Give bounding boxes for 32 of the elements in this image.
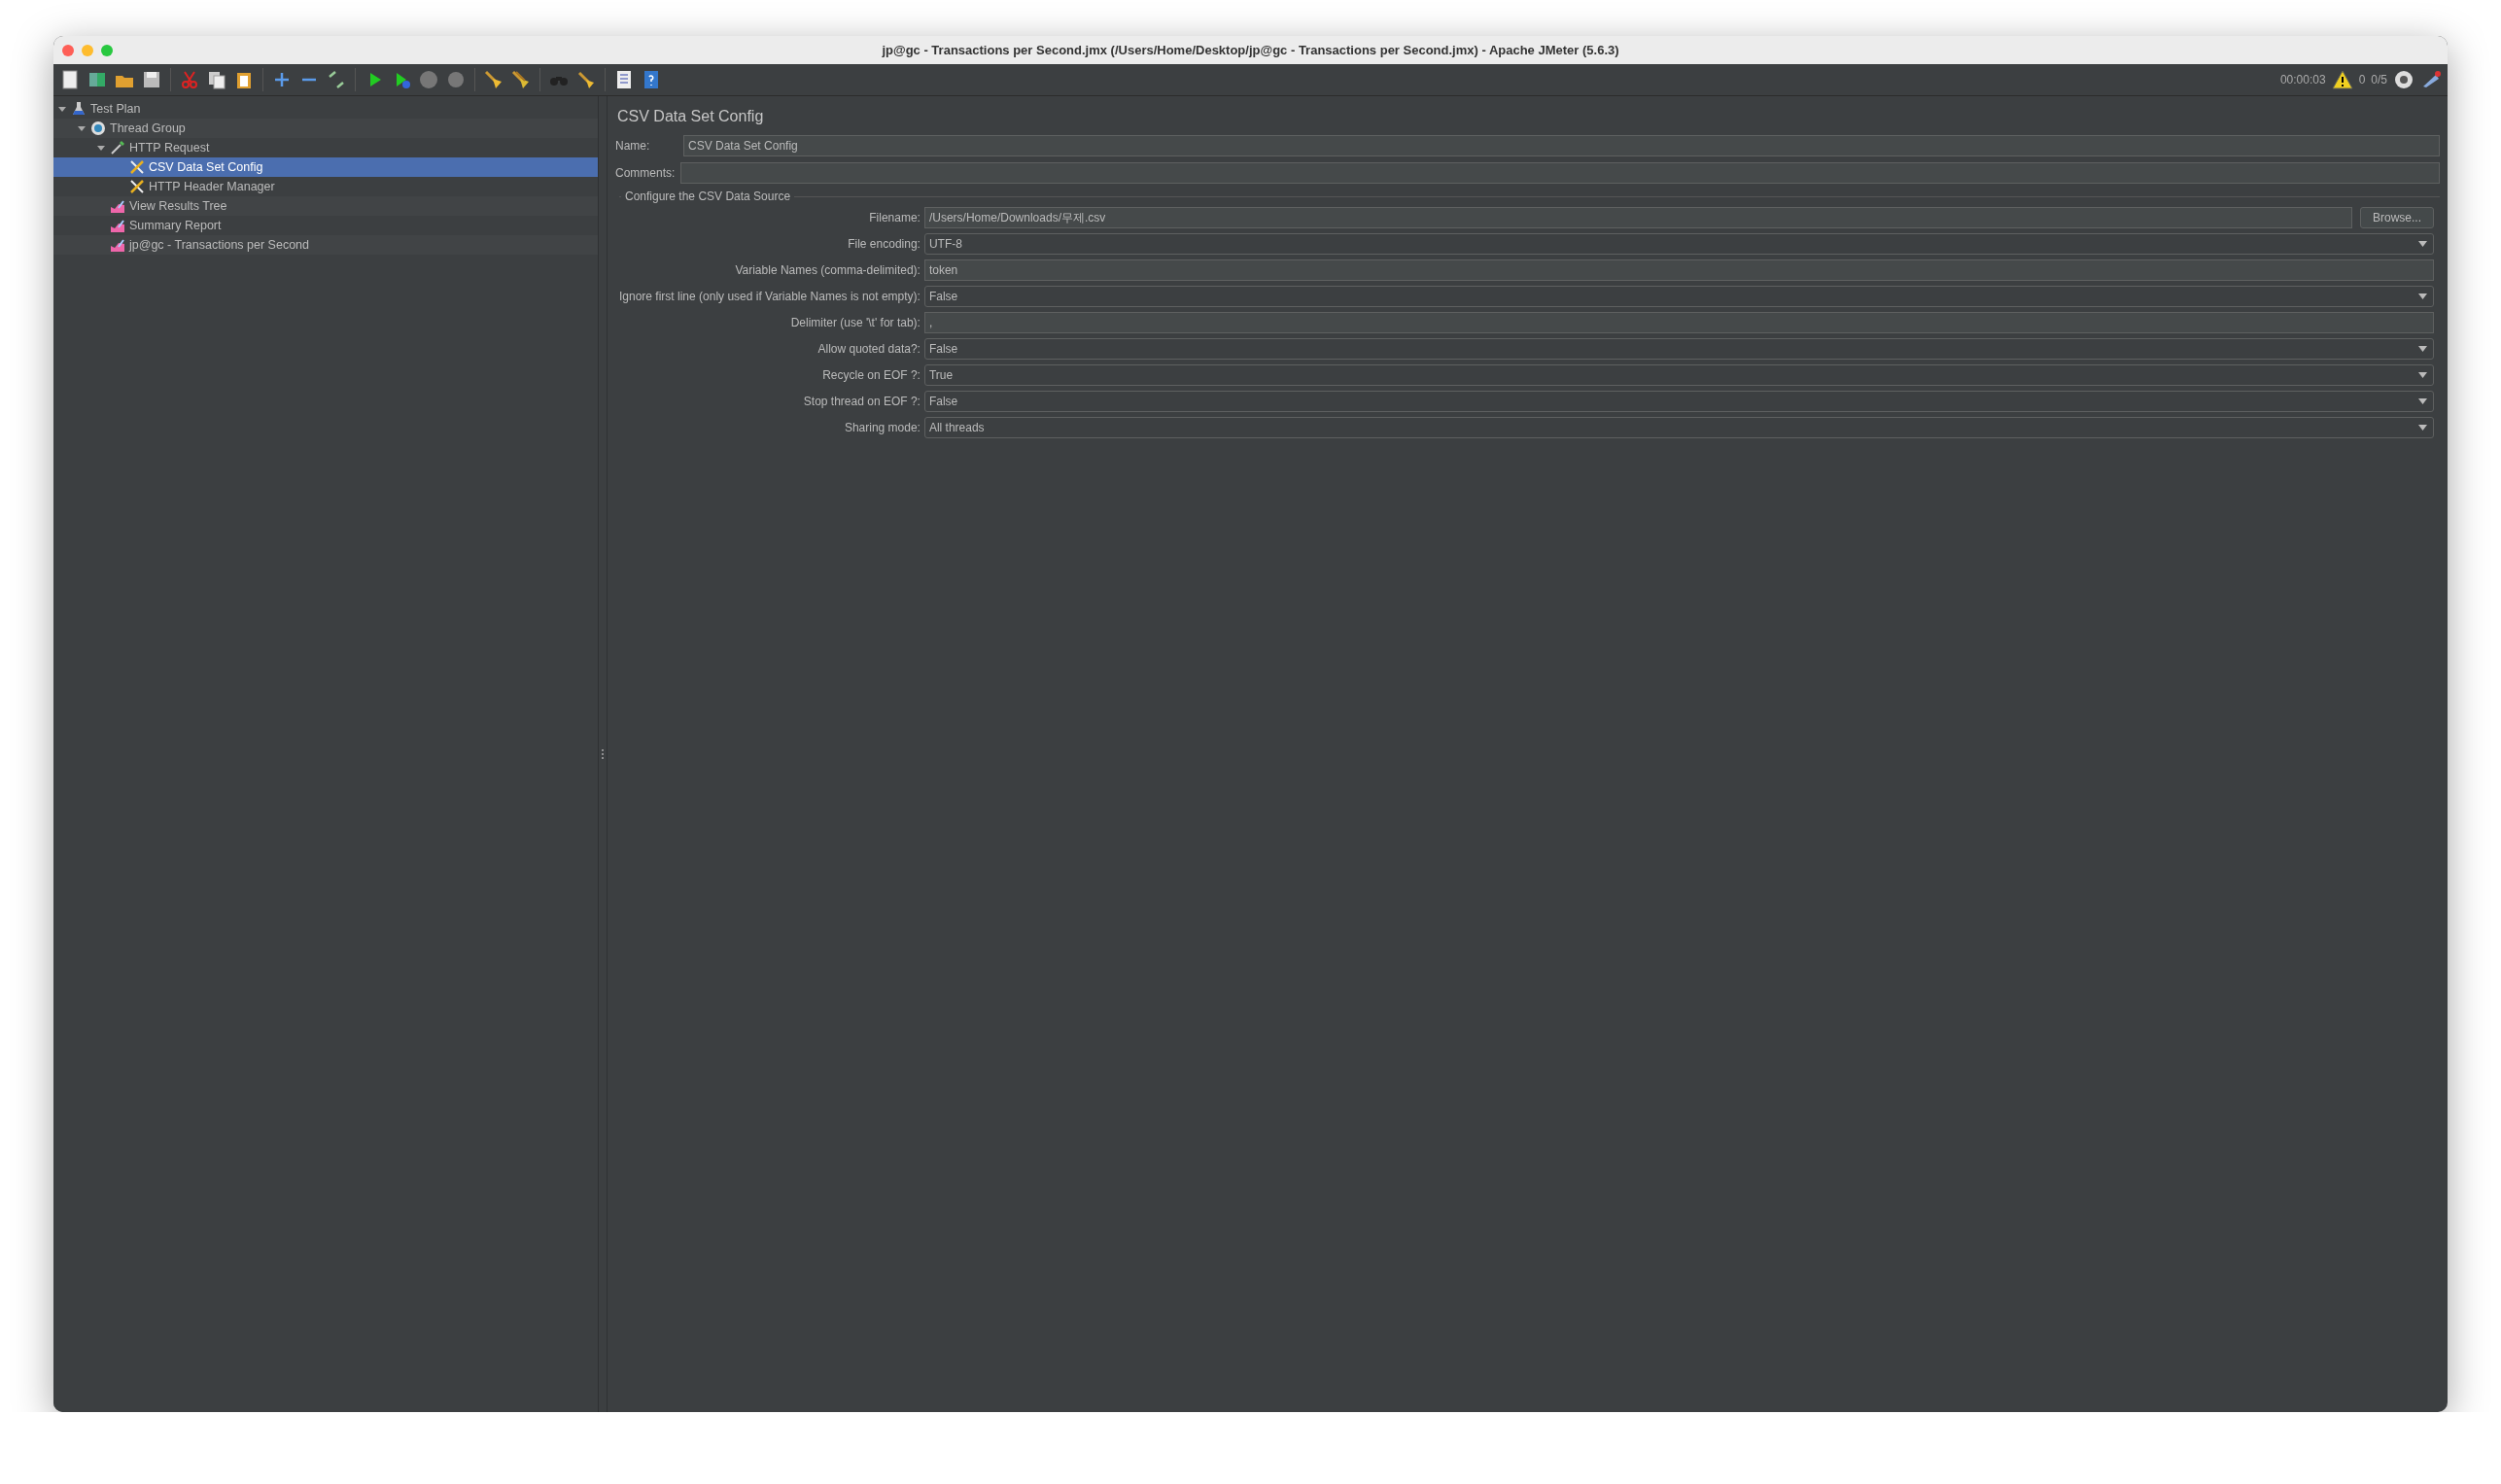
field-label: Filename:	[868, 211, 921, 224]
name-field[interactable]: CSV Data Set Config	[683, 135, 2440, 156]
browse-button[interactable]: Browse...	[2360, 207, 2434, 228]
tree-item[interactable]: View Results Tree	[53, 196, 598, 216]
dropdown[interactable]: All threads	[923, 417, 2434, 438]
field-label: Delimiter (use '\t' for tab):	[789, 316, 921, 329]
dropdown[interactable]: False	[923, 286, 2434, 307]
field-label: Sharing mode:	[843, 421, 921, 434]
field-label: Allow quoted data?:	[816, 342, 921, 356]
tree-item[interactable]: jp@gc - Transactions per Second	[53, 235, 598, 255]
dropdown[interactable]: True	[923, 364, 2434, 386]
window-title: jp@gc - Transactions per Second.jmx (/Users/Home/Desktop/jp@gc - Transactions per Second.jmx) - Apache JMeter (5.6.3)	[882, 43, 1619, 57]
name-label: Name:	[615, 139, 651, 153]
field-label: Variable Names (comma-delimited):	[734, 263, 921, 277]
field-label: Stop thread on EOF ?:	[802, 395, 921, 408]
field-label: Recycle on EOF ?:	[821, 368, 921, 382]
dropdown[interactable]: False	[923, 338, 2434, 360]
text-field[interactable]: ,	[923, 312, 2434, 333]
tree-item[interactable]: CSV Data Set Config	[53, 157, 598, 177]
file-path-field[interactable]: /Users/Home/Downloads/무제.csv	[923, 207, 2352, 228]
group-title: Configure the CSV Data Source	[624, 190, 792, 203]
tree-item[interactable]: Thread Group	[53, 119, 598, 138]
dropdown[interactable]: False	[923, 391, 2434, 412]
field-label: File encoding:	[847, 237, 921, 251]
comments-label: Comments:	[615, 166, 676, 180]
elapsed-time: 00:00:03	[2279, 73, 2326, 86]
text-field[interactable]: token	[923, 259, 2434, 281]
field-label: Ignore first line (only used if Variable Names is not empty):	[619, 290, 921, 303]
dropdown[interactable]: UTF-8	[923, 233, 2434, 255]
thread-count: 0/5	[2371, 73, 2387, 86]
error-count: 0	[2358, 73, 2366, 86]
panel-title: CSV Data Set Config	[616, 107, 765, 126]
